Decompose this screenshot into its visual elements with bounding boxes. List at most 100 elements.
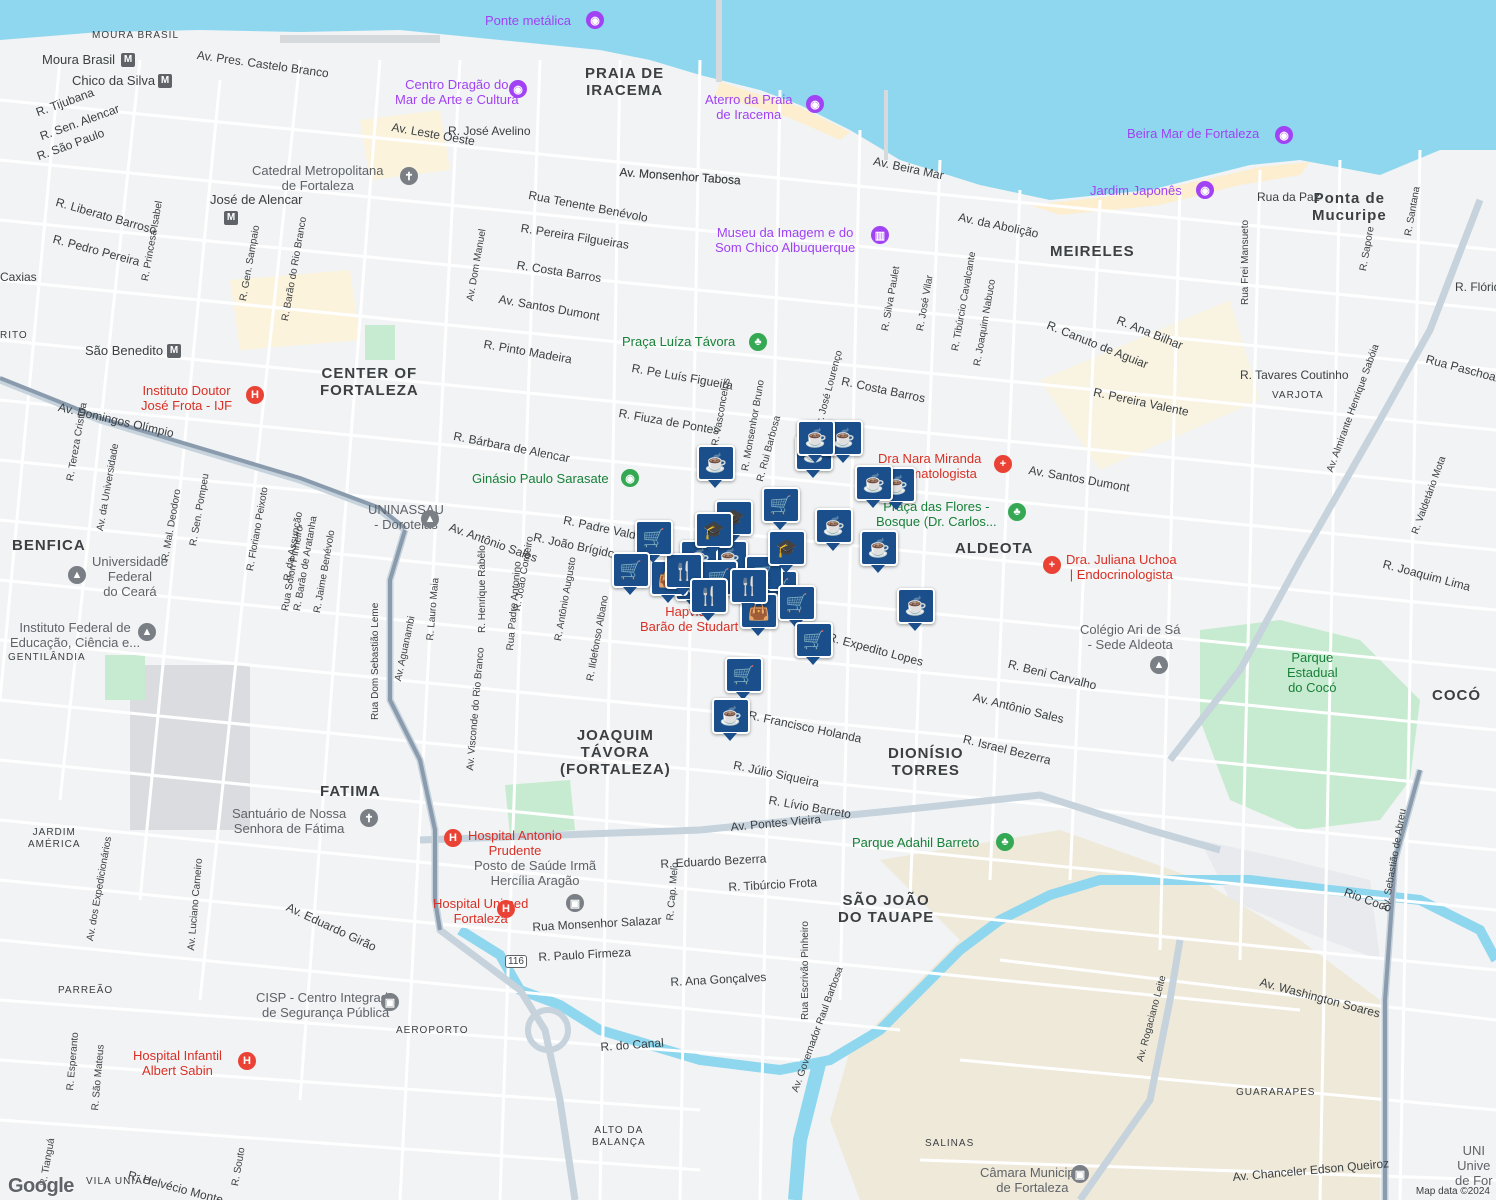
map-pin-coffee-icon[interactable]: ☕	[860, 530, 898, 573]
poi-label-hospital-antonio[interactable]: Hospital Antonio Prudente	[468, 828, 562, 858]
hospital-icon[interactable]: H	[246, 386, 264, 404]
street-label: Rua da Paz	[1257, 190, 1320, 204]
poi-label-ponte-metalica[interactable]: Ponte metálica	[485, 13, 571, 28]
tree-icon[interactable]: ♣	[996, 833, 1014, 851]
coffee-icon: ☕	[860, 530, 898, 566]
map-pin-coffee-icon[interactable]: ☕	[712, 698, 750, 741]
metro-icon[interactable]: M	[121, 53, 135, 67]
poi-label-centro-dragao[interactable]: Centro Dragão do Mar de Arte e Cultura	[395, 77, 519, 107]
tree-icon[interactable]: ♣	[1008, 503, 1026, 521]
neighborhood-label-aldeota: ALDEOTA	[955, 540, 1034, 557]
building-icon[interactable]: ▣	[381, 993, 399, 1011]
school-icon[interactable]: ▲	[68, 566, 86, 584]
poi-label-unichristus[interactable]: UNI Unive de For	[1455, 1143, 1493, 1188]
poi-label-hospital-sabin[interactable]: Hospital Infantil Albert Sabin	[133, 1048, 222, 1078]
poi-label-beira-mar[interactable]: Beira Mar de Fortaleza	[1127, 126, 1259, 141]
museum-icon[interactable]: ▥	[871, 226, 889, 244]
poi-label-catedral[interactable]: Catedral Metropolitana de Fortaleza	[252, 163, 384, 193]
church-icon[interactable]: ✝	[360, 809, 378, 827]
stadium-icon[interactable]: ◉	[621, 469, 639, 487]
tree-icon[interactable]: ♣	[749, 333, 767, 351]
map-pin-cart-icon[interactable]: 🛒	[725, 657, 763, 700]
metro-station-label-jose-alencar[interactable]: José de Alencar	[210, 192, 303, 207]
map-pin-school-icon[interactable]: 🎓	[768, 530, 806, 573]
map-pin-coffee-icon[interactable]: ☕	[697, 445, 735, 488]
street-label: Rua Escrivão Pinheiro	[800, 921, 811, 1020]
map-pin-coffee-icon[interactable]: ☕	[797, 420, 835, 463]
map-pin-restaurant-icon[interactable]: 🍴	[690, 578, 728, 621]
neighborhood-label-ponta-de-mucuripe: Ponta de Mucuripe	[1312, 190, 1387, 224]
poi-label-posto-saude[interactable]: Posto de Saúde Irmã Hercília Aragão	[474, 858, 596, 888]
map-pin-cart-icon[interactable]: 🛒	[762, 487, 800, 530]
cart-icon: 🛒	[612, 552, 650, 588]
camera-icon[interactable]: ◉	[806, 95, 824, 113]
map-canvas[interactable]: PRAIA DE IRACEMA MEIRELES Ponta de Mucurip…	[0, 0, 1496, 1200]
poi-label-aterro-praia[interactable]: Aterro da Praia de Iracema	[705, 92, 792, 122]
neighborhood-label-moura-brasil: MOURA BRASIL	[92, 30, 180, 41]
street-label: R. Flórida	[1455, 280, 1496, 294]
school-icon[interactable]: ▲	[1150, 656, 1168, 674]
map-pin-coffee-icon[interactable]: ☕	[815, 508, 853, 551]
hospital-icon[interactable]: H	[238, 1052, 256, 1070]
street-label: R. Henrique Rabêlo	[477, 545, 488, 633]
poi-label-camara[interactable]: Câmara Municipal de Fortaleza	[980, 1165, 1085, 1195]
street-label: Caxias	[0, 270, 37, 284]
camera-icon[interactable]: ◉	[1196, 181, 1214, 199]
camera-icon[interactable]: ◉	[1275, 126, 1293, 144]
metro-icon[interactable]: M	[224, 211, 238, 225]
poi-label-cisp[interactable]: CISP - Centro Integrado de Segurança Púb…	[256, 990, 395, 1020]
poi-label-instituto-frota[interactable]: Instituto Doutor José Frota - IJF	[141, 383, 232, 413]
church-icon[interactable]: ✝	[400, 167, 418, 185]
neighborhood-label-dionisio-torres: DIONÍSIO TORRES	[888, 745, 964, 779]
map-pin-cart-icon[interactable]: 🛒	[778, 585, 816, 628]
school-icon: 🎓	[768, 530, 806, 566]
metro-icon[interactable]: M	[167, 344, 181, 358]
school-icon[interactable]: ▲	[421, 510, 439, 528]
map-pin-coffee-icon[interactable]: ☕	[897, 588, 935, 631]
poi-label-ginasio[interactable]: Ginásio Paulo Sarasate	[472, 471, 609, 486]
metro-station-label-moura-brasil-st[interactable]: Moura Brasil	[42, 52, 115, 67]
poi-label-museu-imagem[interactable]: Museu da Imagem e do Som Chico Albuquerq…	[715, 225, 855, 255]
map-pin-coffee-icon[interactable]: ☕	[855, 465, 893, 508]
map-pin-cart-icon[interactable]: 🛒	[612, 552, 650, 595]
restaurant-icon: 🍴	[690, 578, 728, 614]
metro-station-label-sao-benedito[interactable]: São Benedito	[85, 343, 163, 358]
poi-label-santuario[interactable]: Santuário de Nossa Senhora de Fátima	[232, 806, 346, 836]
street-label: Rua Frei Mansueto	[1240, 219, 1251, 305]
map-pin-cart-icon[interactable]: 🛒	[795, 622, 833, 665]
medical-icon[interactable]: +	[994, 455, 1012, 473]
poi-label-instituto-federal[interactable]: Instituto Federal de Educação, Ciência e…	[10, 620, 140, 650]
poi-label-parque-adahil[interactable]: Parque Adahil Barreto	[852, 835, 979, 850]
coffee-icon: ☕	[712, 698, 750, 734]
poi-label-parque-coco[interactable]: Parque Estadual do Cocó	[1287, 650, 1338, 695]
poi-label-ufc[interactable]: Universidade Federal do Ceará	[92, 554, 168, 599]
building-icon[interactable]: ▣	[1071, 1165, 1089, 1183]
poi-label-dra-juliana[interactable]: Dra. Juliana Uchoa | Endocrinologista	[1066, 552, 1177, 582]
hospital-icon[interactable]: H	[444, 829, 462, 847]
metro-station-label-chico-silva[interactable]: Chico da Silva	[72, 73, 155, 88]
neighborhood-label-parreao: PARREÃO	[58, 985, 114, 996]
cart-icon: 🛒	[762, 487, 800, 523]
metro-icon[interactable]: M	[158, 74, 172, 88]
coffee-icon: ☕	[815, 508, 853, 544]
hospital-icon[interactable]: H	[497, 900, 515, 918]
poi-label-jardim-japones[interactable]: Jardim Japonês	[1090, 183, 1182, 198]
neighborhood-label-benfica: BENFICA	[12, 537, 86, 554]
camera-icon[interactable]: ◉	[509, 80, 527, 98]
restaurant-icon: 🍴	[730, 568, 768, 604]
neighborhood-label-jardim-america: JARDIM AMÉRICA	[28, 827, 81, 850]
coffee-icon: ☕	[855, 465, 893, 501]
building-icon[interactable]: ▣	[566, 894, 584, 912]
camera-icon[interactable]: ◉	[586, 11, 604, 29]
google-logo: Google	[8, 1175, 74, 1197]
map-pin-school-icon[interactable]: 🎓	[695, 512, 733, 555]
school-icon[interactable]: ▲	[138, 623, 156, 641]
poi-label-praca-luiza[interactable]: Praça Luíza Távora	[622, 334, 735, 349]
route-shield: 116	[505, 955, 527, 968]
neighborhood-label-aeroporto: AEROPORTO	[396, 1025, 469, 1036]
poi-label-colegio-ari[interactable]: Colégio Ari de Sá - Sede Aldeota	[1080, 622, 1180, 652]
map-pin-restaurant-icon[interactable]: 🍴	[730, 568, 768, 611]
map-pin-cart-icon[interactable]: 🛒	[635, 520, 673, 563]
medical-icon[interactable]: +	[1043, 556, 1061, 574]
street-label: R. Tavares Coutinho	[1240, 368, 1349, 382]
